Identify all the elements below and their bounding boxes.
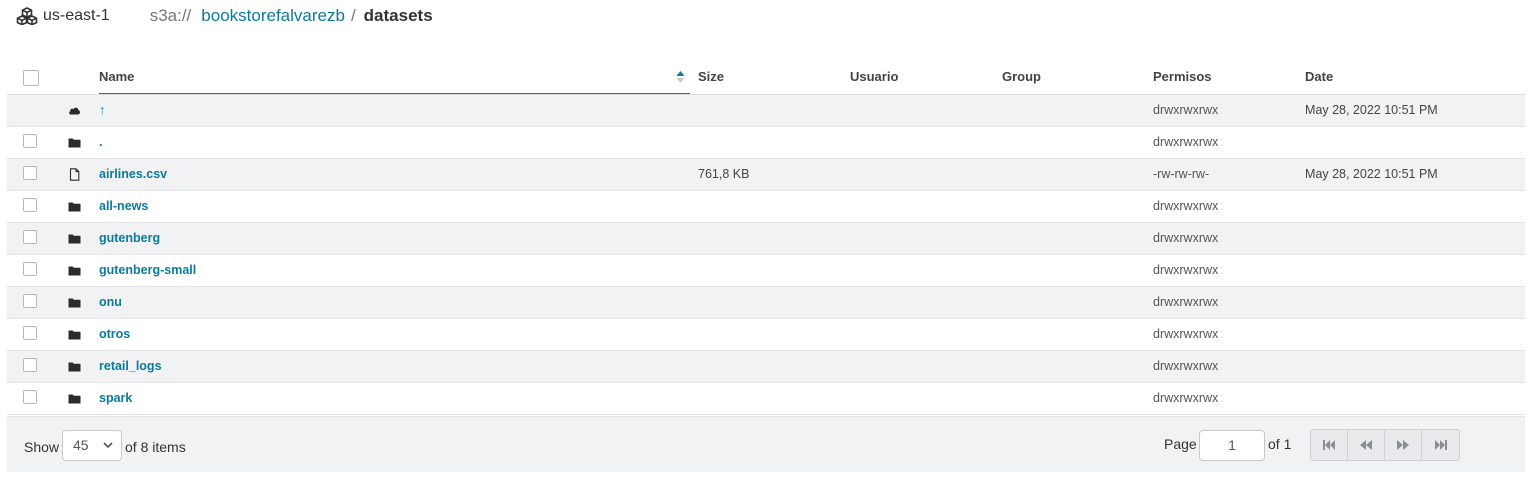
previous-page-button[interactable] [1348,430,1385,460]
row-name-link[interactable]: airlines.csv [99,159,167,190]
column-header-user[interactable]: Usuario [850,62,898,93]
row-checkbox[interactable] [23,326,37,340]
table-row[interactable]: otros drwxrwxrwx [7,319,1525,351]
row-permissions: drwxrwxrwx [1153,391,1219,405]
row-size: 761,8 KB [698,167,750,181]
page-size-value: 45 [73,437,89,453]
row-permissions: drwxrwxrwx [1153,327,1219,341]
sort-ascending-icon [676,71,685,83]
column-header-group[interactable]: Group [1002,62,1041,93]
select-all-checkbox[interactable] [23,70,39,86]
row-checkbox[interactable] [23,134,37,148]
row-name-link[interactable]: gutenberg-small [99,255,196,286]
page-label: Page [1164,436,1197,452]
column-header-date[interactable]: Date [1305,62,1333,93]
items-count-label: of 8 items [125,439,186,455]
show-label: Show [24,439,60,455]
folder-icon [68,360,81,373]
column-size-label: Size [698,69,725,84]
table-row[interactable]: . drwxrwxrwx [7,127,1525,159]
row-name-link[interactable]: retail_logs [99,351,162,382]
column-header-name[interactable]: Name [99,62,690,94]
column-header-permissions[interactable]: Permisos [1153,62,1212,93]
folder-icon [68,392,81,405]
column-group-label: Group [1002,69,1041,84]
table-header: Name Size Usuario Group Permisos Date [7,62,1525,95]
row-checkbox[interactable] [23,230,37,244]
column-header-size[interactable]: Size [698,62,724,93]
next-page-icon [1397,440,1409,450]
row-permissions: drwxrwxrwx [1153,359,1219,373]
table-footer: Show 45 of 8 items Page 1 of 1 [7,416,1525,472]
table-body: ↑ drwxrwxrwx May 28, 2022 10:51 PM. drwxrwx… [7,95,1525,415]
row-name-link[interactable]: all-news [99,191,148,222]
breadcrumb-separator: / [350,6,356,25]
row-date: May 28, 2022 10:51 PM [1305,167,1438,181]
last-page-icon [1434,440,1447,450]
cloud-icon [68,104,81,117]
last-page-button[interactable] [1422,430,1459,460]
folder-icon [68,136,81,149]
folder-icon [68,232,81,245]
column-date-label: Date [1305,69,1334,84]
next-page-button[interactable] [1385,430,1422,460]
row-date: May 28, 2022 10:51 PM [1305,103,1438,117]
file-icon [68,168,81,181]
row-permissions: drwxrwxrwx [1153,295,1219,309]
column-user-label: Usuario [850,69,899,84]
table-row[interactable]: ↑ drwxrwxrwx May 28, 2022 10:51 PM [7,95,1525,127]
column-permissions-label: Permisos [1153,69,1212,84]
column-name-label: Name [99,69,135,84]
row-permissions: drwxrwxrwx [1153,135,1219,149]
row-permissions: drwxrwxrwx [1153,199,1219,213]
cubes-icon [16,7,38,25]
row-permissions: drwxrwxrwx [1153,263,1219,277]
page-number-input[interactable]: 1 [1199,430,1265,461]
previous-page-icon [1360,440,1372,450]
folder-icon [68,328,81,341]
breadcrumb-scheme: s3a:// [149,6,192,25]
file-table: Name Size Usuario Group Permisos Date ↑ d… [7,62,1525,415]
row-checkbox[interactable] [23,358,37,372]
row-permissions: -rw-rw-rw- [1153,167,1210,181]
table-row[interactable]: gutenberg drwxrwxrwx [7,223,1525,255]
table-row[interactable]: all-news drwxrwxrwx [7,191,1525,223]
table-row[interactable]: airlines.csv 761,8 KB -rw-rw-rw- May 28, 20… [7,159,1525,191]
row-permissions: drwxrwxrwx [1153,231,1219,245]
row-checkbox[interactable] [23,262,37,276]
row-name-link[interactable]: otros [99,319,130,350]
top-bar: us-east-1 s3a:// bookstorefalvarezb / da… [16,4,433,28]
row-name-link[interactable]: spark [99,383,132,414]
row-name-link[interactable]: ↑ [99,95,105,126]
region-selector[interactable]: us-east-1 [16,7,110,25]
row-checkbox[interactable] [23,294,37,308]
breadcrumb-current: datasets [363,6,433,25]
pagination-controls [1310,429,1460,461]
table-row[interactable]: onu drwxrwxrwx [7,287,1525,319]
breadcrumb-bucket-link[interactable]: bookstorefalvarezb [201,6,345,26]
folder-icon [68,200,81,213]
page-count-label: of 1 [1268,436,1292,452]
row-permissions: drwxrwxrwx [1153,103,1219,117]
table-row[interactable]: spark drwxrwxrwx [7,383,1525,415]
row-checkbox[interactable] [23,198,37,212]
region-label: us-east-1 [43,7,110,24]
folder-icon [68,296,81,309]
row-name-link[interactable]: gutenberg [99,223,160,254]
row-name-link[interactable]: . [99,127,102,158]
first-page-icon [1323,440,1335,450]
folder-icon [68,264,81,277]
row-checkbox[interactable] [23,166,37,180]
table-row[interactable]: gutenberg-small drwxrwxrwx [7,255,1525,287]
row-name-link[interactable]: onu [99,287,122,318]
first-page-button[interactable] [1311,430,1348,460]
breadcrumb: s3a:// bookstorefalvarezb / datasets [150,6,433,26]
row-checkbox[interactable] [23,390,37,404]
page-size-select[interactable]: 45 [62,430,122,461]
table-row[interactable]: retail_logs drwxrwxrwx [7,351,1525,383]
chevron-down-icon [103,442,113,449]
